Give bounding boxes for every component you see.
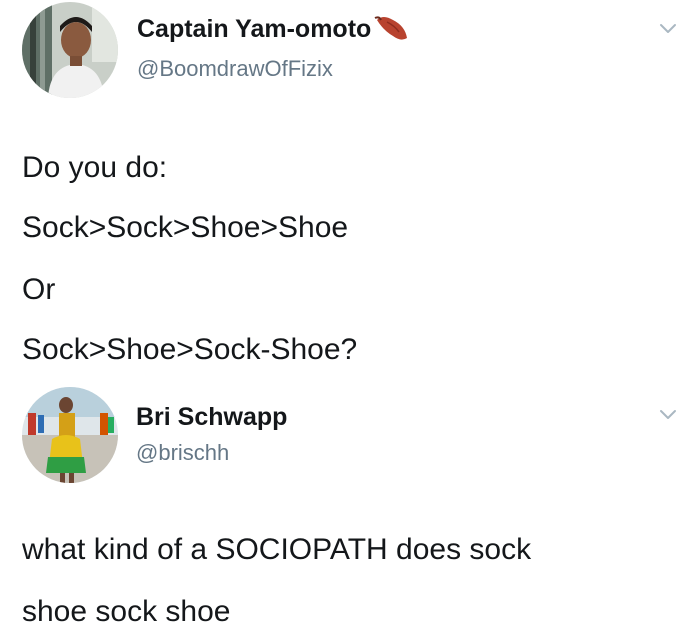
avatar[interactable]	[22, 2, 118, 98]
tweet-text-line: Sock>Shoe>Sock-Shoe?	[22, 333, 358, 366]
tweet-original: Captain Yam-omoto @BoomdrawOfFizix Do yo…	[0, 0, 700, 380]
tweet-text-line: Or	[22, 273, 56, 306]
tweet-text-line: Sock>Sock>Shoe>Shoe	[22, 211, 349, 244]
sweet-potato-icon	[373, 14, 413, 44]
tweet-reply: Bri Schwapp @brischh what kind of a SOCI…	[0, 380, 700, 637]
display-name[interactable]: Bri Schwapp	[136, 403, 287, 432]
handle[interactable]: @brischh	[136, 440, 229, 466]
author-name-row: Captain Yam-omoto	[137, 14, 413, 44]
chevron-down-icon[interactable]	[655, 402, 681, 428]
tweet-text-line: what kind of a SOCIOPATH does sock	[22, 533, 532, 566]
chevron-down-icon[interactable]	[655, 16, 681, 42]
tweet-text-line: shoe sock shoe	[22, 595, 231, 628]
tweet-thread: Captain Yam-omoto @BoomdrawOfFizix Do yo…	[0, 0, 700, 637]
author-name-row: Bri Schwapp	[136, 403, 287, 432]
tweet-text-line: Do you do:	[22, 151, 168, 184]
handle[interactable]: @BoomdrawOfFizix	[137, 56, 333, 82]
display-name[interactable]: Captain Yam-omoto	[137, 15, 371, 44]
avatar[interactable]	[22, 387, 118, 483]
